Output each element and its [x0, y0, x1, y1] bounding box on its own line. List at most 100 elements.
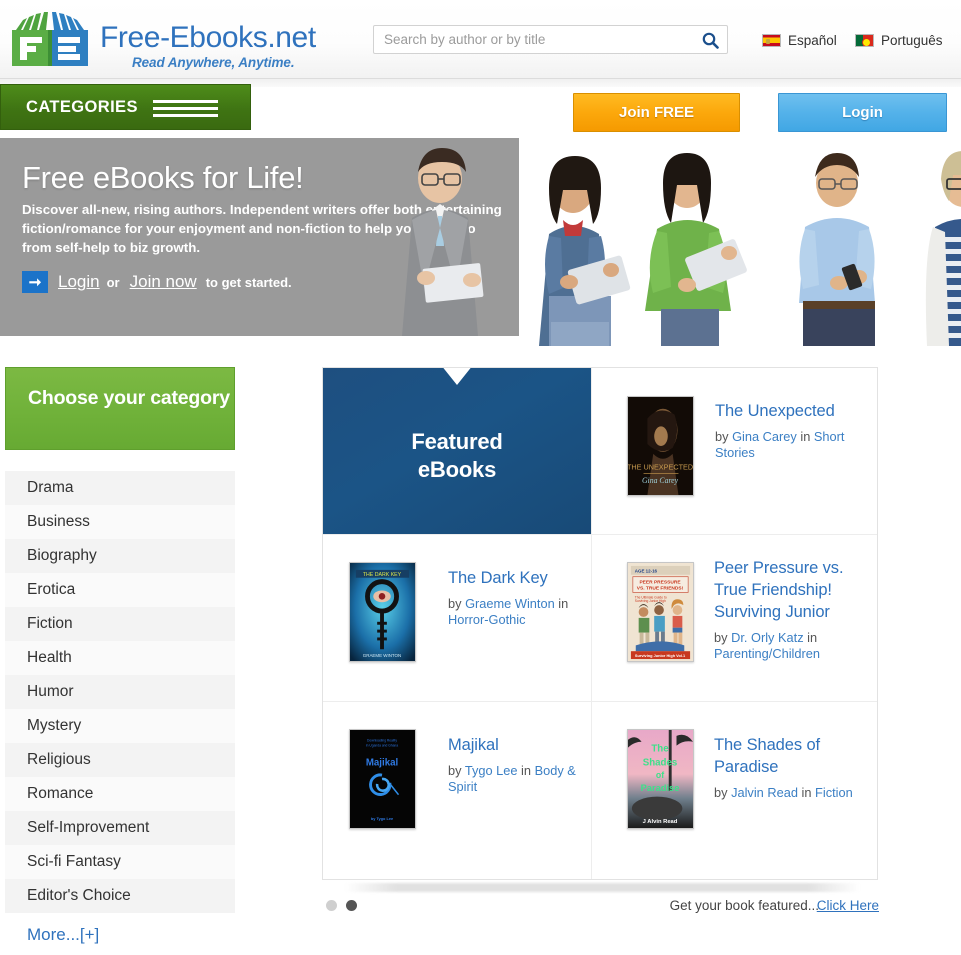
featured-footer-link[interactable]: Click Here [817, 898, 879, 913]
in-word: in [517, 763, 535, 778]
arrow-right-icon: ➞ [22, 271, 48, 293]
sidebar-item-religious[interactable]: Religious [5, 743, 235, 777]
book-author-link[interactable]: Graeme Winton [465, 596, 555, 611]
sidebar-item-romance[interactable]: Romance [5, 777, 235, 811]
language-label-spanish: Español [788, 32, 837, 48]
svg-text:VS. TRUE FRIENDS!: VS. TRUE FRIENDS! [637, 585, 684, 591]
book-cover-the-dark-key[interactable]: THE DARK KEY GRAEME WINTON [349, 562, 416, 662]
hero-person-woman-green-image [645, 153, 747, 346]
search-button[interactable] [697, 29, 723, 51]
hero-login-link[interactable]: Login [58, 272, 100, 292]
carousel-dot-2[interactable] [346, 900, 357, 911]
book-byline: by Dr. Orly Katz in Parenting/Children [714, 630, 866, 662]
hero-person-businessman-image [372, 138, 522, 336]
sidebar-item-scifi-fantasy[interactable]: Sci-fi Fantasy [5, 845, 235, 879]
book-category-link[interactable]: Horror-Gothic [448, 612, 526, 627]
sidebar-item-biography[interactable]: Biography [5, 539, 235, 573]
book-cover-the-unexpected[interactable]: THE UNEXPECTED Gina Carey [627, 396, 694, 496]
book-info: Majikal by Tygo Lee in Body & Spirit [448, 734, 583, 795]
book-byline: by Jalvin Read in Fiction [714, 785, 866, 801]
book-title-link[interactable]: Peer Pressure vs. True Friendship! Survi… [714, 557, 866, 623]
svg-text:Shades: Shades [643, 757, 678, 768]
book-byline: by Tygo Lee in Body & Spirit [448, 763, 583, 795]
featured-promo-text: Featured eBooks [323, 428, 591, 484]
by-prefix: by [448, 596, 466, 611]
svg-text:of: of [656, 770, 664, 780]
brand-name: Free-Ebooks.net [100, 21, 316, 54]
by-prefix: by [448, 763, 465, 778]
book-author-link[interactable]: Tygo Lee [465, 763, 518, 778]
sidebar-item-erotica[interactable]: Erotica [5, 573, 235, 607]
hero-cta-suffix: to get started. [205, 274, 292, 290]
book-author-link[interactable]: Dr. Orly Katz [731, 630, 804, 645]
category-sidebar: Choose your category Drama Business Biog… [5, 367, 235, 945]
sidebar-item-editors-choice[interactable]: Editor's Choice [5, 879, 235, 913]
open-book-logo-icon [8, 8, 94, 70]
featured-book-cell: The Shades of Paradise J Alvin Read The … [592, 702, 877, 879]
sidebar-item-mystery[interactable]: Mystery [5, 709, 235, 743]
book-title-link[interactable]: Majikal [448, 734, 583, 756]
hero-people-images [519, 138, 961, 346]
book-title-link[interactable]: The Shades of Paradise [714, 734, 866, 778]
carousel-dot-1[interactable] [326, 900, 337, 911]
featured-book-cell: THE UNEXPECTED Gina Carey The Unexpected… [592, 368, 877, 535]
book-author-link[interactable]: Jalvin Read [731, 785, 798, 800]
by-prefix: by [714, 630, 732, 645]
join-free-button[interactable]: Join FREE [573, 93, 740, 132]
hero-left-panel: Free eBooks for Life! Discover all-new, … [0, 138, 519, 336]
svg-text:Paradise: Paradise [641, 783, 680, 793]
panel-shadow [345, 883, 860, 892]
search-icon [702, 32, 719, 49]
spain-flag-icon [762, 33, 781, 47]
svg-text:by Tygo Lee: by Tygo Lee [371, 816, 394, 821]
sidebar-heading: Choose your category [5, 367, 235, 450]
sidebar-item-health[interactable]: Health [5, 641, 235, 675]
book-title-link[interactable]: The Dark Key [448, 567, 578, 589]
login-button[interactable]: Login [778, 93, 947, 132]
sidebar-item-humor[interactable]: Humor [5, 675, 235, 709]
hero-person-woman-blue-image [539, 156, 631, 346]
hero-person-man-blue-shirt-image [799, 153, 875, 346]
svg-text:Surviving Junior High Vol.1: Surviving Junior High Vol.1 [635, 653, 686, 658]
language-switch-portuguese[interactable]: Português [855, 30, 943, 50]
hero-or-text: or [106, 274, 120, 290]
sidebar-item-business[interactable]: Business [5, 505, 235, 539]
svg-text:THE UNEXPECTED: THE UNEXPECTED [628, 462, 693, 471]
featured-promo-line2: eBooks [417, 457, 497, 482]
in-word: in [797, 785, 816, 800]
book-author-link[interactable]: Gina Carey [732, 429, 797, 444]
site-logo[interactable]: Free-Ebooks.net Read Anywhere, Anytime. [8, 6, 316, 72]
categories-label: CATEGORIES [26, 97, 138, 116]
brand-tagline: Read Anywhere, Anytime. [132, 55, 295, 70]
language-label-portuguese: Português [881, 32, 943, 48]
svg-text:Majikal: Majikal [366, 757, 399, 768]
book-info: The Dark Key by Graeme Winton in Horror-… [448, 567, 578, 628]
book-cover-peer-pressure[interactable]: AGE 12-16 PEER PRESSURE VS. TRUE FRIENDS… [627, 562, 694, 662]
sidebar-item-fiction[interactable]: Fiction [5, 607, 235, 641]
hero-cta: ➞ Login or Join now to get started. [22, 271, 292, 293]
featured-book-cell: THE DARK KEY GRAEME WINTON The Dark Key … [323, 535, 592, 702]
book-title-link[interactable]: The Unexpected [715, 400, 865, 422]
hero-banner: Free eBooks for Life! Discover all-new, … [0, 138, 961, 346]
in-word: in [803, 630, 818, 645]
book-byline: by Graeme Winton in Horror-Gothic [448, 596, 578, 628]
search-input[interactable] [384, 26, 684, 53]
language-switch-spanish[interactable]: Español [762, 30, 837, 50]
page-root: Free-Ebooks.net Read Anywhere, Anytime. … [0, 0, 961, 955]
svg-text:Downloading Reality: Downloading Reality [367, 739, 397, 743]
svg-text:The: The [651, 744, 669, 755]
book-cover-majikal[interactable]: Downloading Reality in Uganda and Ghana … [349, 729, 416, 829]
svg-text:Gina Carey: Gina Carey [642, 476, 679, 485]
sidebar-item-drama[interactable]: Drama [5, 471, 235, 505]
book-category-link[interactable]: Parenting/Children [714, 646, 820, 661]
sidebar-more-link[interactable]: More...[+] [5, 925, 235, 945]
book-cover-shades-of-paradise[interactable]: The Shades of Paradise J Alvin Read [627, 729, 694, 829]
featured-promo-line1: Featured [411, 429, 503, 454]
hero-join-link[interactable]: Join now [130, 272, 197, 292]
featured-promo-cell: Featured eBooks [323, 368, 592, 535]
featured-book-cell: AGE 12-16 PEER PRESSURE VS. TRUE FRIENDS… [592, 535, 877, 702]
by-prefix: by [715, 429, 733, 444]
categories-menu-button[interactable]: CATEGORIES [0, 84, 251, 130]
book-category-link[interactable]: Fiction [815, 785, 853, 800]
sidebar-item-self-improvement[interactable]: Self-Improvement [5, 811, 235, 845]
